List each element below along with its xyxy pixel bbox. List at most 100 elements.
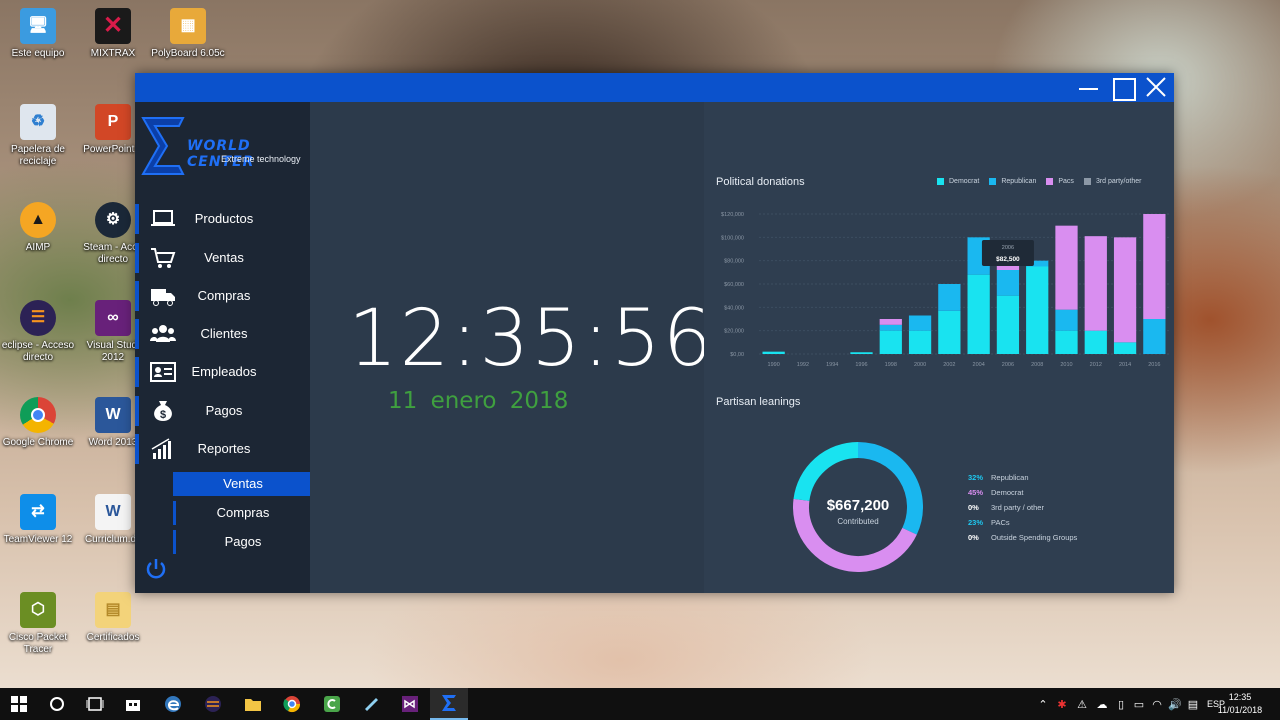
submenu-item-compras[interactable]: Compras <box>173 501 310 525</box>
submenu-item-pagos[interactable]: Pagos <box>173 530 310 554</box>
menu-item-compras[interactable]: Compras <box>135 278 310 314</box>
power-icon[interactable] <box>145 558 167 580</box>
world-center-app-icon <box>442 695 456 711</box>
menu-item-label: Productos <box>194 211 254 226</box>
legend-row: 45% Democrat <box>968 488 1024 497</box>
maximize-button[interactable] <box>1105 73 1139 102</box>
battery-icon[interactable]: ▭ <box>1130 698 1148 711</box>
menu-item-indicator <box>135 281 139 311</box>
submenu-item-label: Compras <box>216 505 270 520</box>
x-tick-label: 2004 <box>973 362 985 368</box>
logo-tagline: Extreme technology <box>221 154 301 164</box>
folder-icon: ▤ <box>95 592 131 628</box>
edge-icon <box>165 696 181 712</box>
task-view-button[interactable] <box>76 688 114 720</box>
world-center-logo-icon <box>141 117 185 175</box>
taskbar-camtasia[interactable] <box>313 688 351 720</box>
taskbar-world-center-app[interactable] <box>430 688 468 720</box>
taskbar-visual-studio[interactable] <box>391 688 429 720</box>
x-tick-label: 2014 <box>1119 362 1131 368</box>
notepad-icon <box>365 698 378 711</box>
submenu-item-ventas[interactable]: Ventas <box>173 472 310 496</box>
tray-network-alert-icon[interactable]: ⚠ <box>1072 698 1092 711</box>
desktop-icon-eclipse[interactable]: ☰ eclipse - Acceso directo <box>0 300 76 364</box>
taskbar-time: 12:35 <box>1228 692 1252 702</box>
close-button[interactable] <box>1139 73 1173 102</box>
visual-studio-icon: ∞ <box>95 300 131 336</box>
menu-item-indicator <box>135 396 139 426</box>
tooltip-value: $82,500 <box>996 256 1020 263</box>
legend-swatch <box>1083 178 1091 185</box>
visual-studio-icon <box>402 696 418 712</box>
legend-swatch <box>937 178 944 185</box>
money-bag-icon: $ <box>154 401 172 421</box>
desktop-icon-this-pc[interactable]: 🖥 Este equipo <box>0 8 76 60</box>
chrome-icon <box>20 397 56 433</box>
mixtrax-icon: ✕ <box>95 8 131 44</box>
donut-center-label: Contributed <box>837 517 878 526</box>
chrome-icon <box>283 696 301 713</box>
bar-segment <box>1113 342 1137 354</box>
menu-item-reportes[interactable]: Reportes <box>135 431 310 467</box>
laptop-icon <box>151 210 175 226</box>
y-tick-label: $120,000 <box>721 212 744 218</box>
taskbar-file-explorer[interactable] <box>234 688 272 720</box>
menu-item-ventas[interactable]: Ventas <box>135 240 310 276</box>
minimize-button[interactable] <box>1071 73 1105 102</box>
legend-row: 0% Outside Spending Groups <box>968 533 1078 542</box>
x-tick-label: 1990 <box>768 362 780 368</box>
bar-chart-icon <box>151 438 171 459</box>
taskbar-clock[interactable]: 12:35 11/01/2018 <box>1214 691 1266 717</box>
desktop-icon-aimp[interactable]: ▲ AIMP <box>0 202 76 254</box>
menu-item-clientes[interactable]: Clientes <box>135 316 310 352</box>
wifi-icon[interactable]: ◠ <box>1148 698 1166 711</box>
partisan-chart-title: Partisan leanings <box>716 396 801 408</box>
store-icon <box>126 700 140 711</box>
menu-item-indicator <box>135 319 139 349</box>
desktop-icon-mixtrax[interactable]: ✕ MIXTRAX <box>75 8 151 60</box>
menu-item-pagos[interactable]: $ Pagos <box>135 393 310 429</box>
menu-item-empleados[interactable]: Empleados <box>135 354 310 390</box>
tooltip-year: 2006 <box>1002 245 1014 251</box>
taskbar-chrome[interactable] <box>273 688 311 720</box>
desktop-icon-recycle-bin[interactable]: ♻ Papelera de reciclaje <box>0 104 76 168</box>
x-tick-label: 2016 <box>1148 362 1160 368</box>
title-bar[interactable] <box>135 73 1174 102</box>
usb-icon[interactable]: ▯ <box>1112 698 1130 711</box>
desktop-icon-polyboard[interactable]: ▦ PolyBoard 6.05c <box>150 8 226 60</box>
donations-legend: Democrat Republican Pacs 3rd party/other <box>937 178 1141 185</box>
desktop-icon-chrome[interactable]: Google Chrome <box>0 397 76 449</box>
x-tick-label: 1998 <box>885 362 897 368</box>
legend-item: Pacs <box>1046 178 1074 185</box>
desktop-icon-teamviewer[interactable]: ⇄ TeamViewer 12 <box>0 494 76 546</box>
desktop-icon-cisco[interactable]: ⬡ Cisco Packet Tracer <box>0 592 76 656</box>
bar-segment <box>908 315 932 331</box>
action-center-icon[interactable]: ▤ <box>1184 698 1202 711</box>
tray-app-icon[interactable]: ✱ <box>1052 698 1072 711</box>
menu-item-indicator <box>135 243 139 273</box>
clock-date: 11 enero 2018 <box>388 388 569 414</box>
menu-item-indicator <box>135 357 139 387</box>
cortana-icon <box>50 697 64 711</box>
volume-icon[interactable]: 🔊 <box>1166 698 1184 711</box>
taskbar-edge[interactable] <box>154 688 192 720</box>
desktop-icon-certificados[interactable]: ▤ Certificados <box>75 592 151 644</box>
start-button[interactable] <box>0 688 38 720</box>
system-tray: ⌃ ✱ ⚠ ☁ ▯ ▭ ◠ 🔊 ▤ ESP <box>1034 688 1230 720</box>
menu-item-label: Clientes <box>200 326 248 341</box>
bar-segment <box>850 352 873 354</box>
bar-segment <box>1026 266 1049 354</box>
windows-start-icon <box>11 696 27 712</box>
cortana-button[interactable] <box>38 688 76 720</box>
chevron-up-icon[interactable]: ⌃ <box>1034 698 1052 711</box>
x-tick-label: 1996 <box>855 362 867 368</box>
eclipse-icon <box>205 696 221 712</box>
menu-item-productos[interactable]: Productos <box>135 201 310 237</box>
camtasia-icon <box>324 696 340 712</box>
store-button[interactable] <box>114 688 152 720</box>
steam-icon: ⚙ <box>95 202 131 238</box>
taskbar-eclipse[interactable] <box>194 688 232 720</box>
onedrive-icon[interactable]: ☁ <box>1092 698 1112 711</box>
taskbar-notepad[interactable] <box>352 688 390 720</box>
legend-row: 0% 3rd party / other <box>968 503 1044 512</box>
